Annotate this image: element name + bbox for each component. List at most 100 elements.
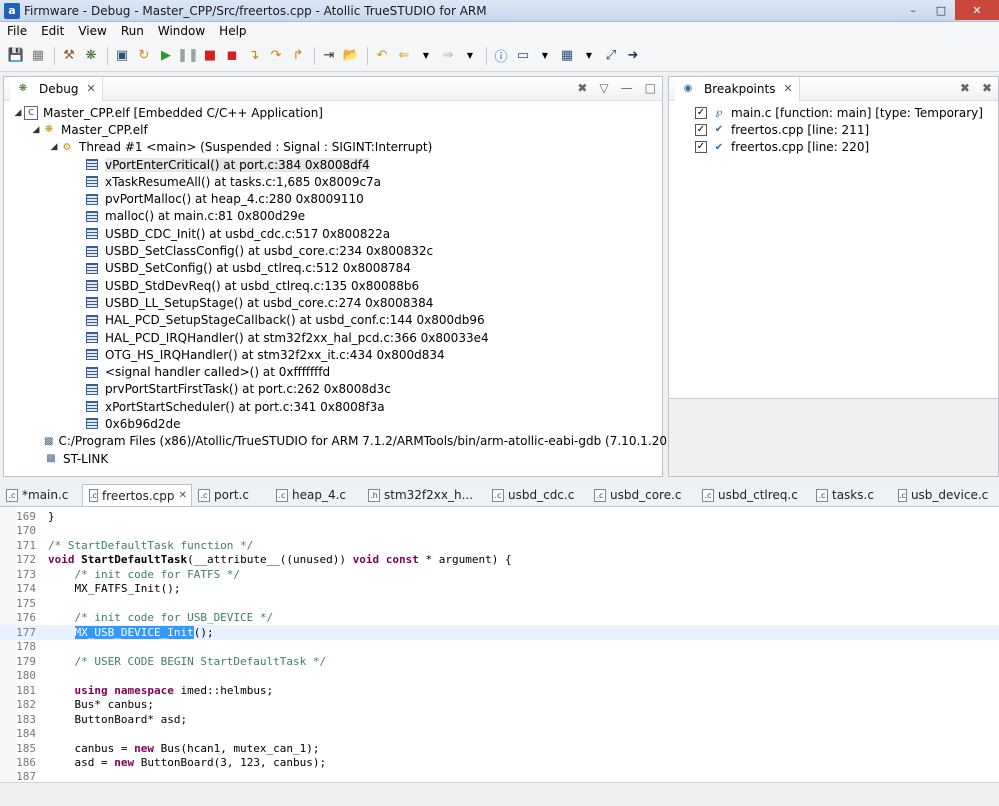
layout-icon[interactable]: ▦ — [557, 46, 577, 66]
stack-frame[interactable]: <signal handler called>() at 0xfffffffd — [4, 363, 662, 380]
code-line: 186 asd = new ButtonBoard(3, 123, canbus… — [0, 756, 999, 771]
breakpoint-item[interactable]: ✓ ℘ main.c [function: main] [type: Tempo… — [695, 104, 998, 121]
horizontal-scrollbar[interactable] — [0, 782, 999, 806]
chevron-down-icon[interactable]: ▼ — [416, 46, 436, 66]
stack-frame[interactable]: USBD_SetClassConfig() at usbd_core.c:234… — [4, 242, 662, 259]
breakpoint-checkbox[interactable]: ✓ — [695, 141, 707, 154]
maximize-view-icon[interactable]: □ — [645, 81, 656, 95]
stack-frame[interactable]: USBD_StdDevReq() at usbd_ctlreq.c:135 0x… — [4, 277, 662, 294]
stack-frame-label: USBD_StdDevReq() at usbd_ctlreq.c:135 0x… — [105, 278, 420, 293]
tree-node-process[interactable]: ◢ ❋ Master_CPP.elf — [4, 121, 662, 138]
tab-stm32f2xx-h[interactable]: .h stm32f2xx_h... — [362, 484, 486, 506]
stack-frame[interactable]: xTaskResumeAll() at tasks.c:1,685 0x8009… — [4, 173, 662, 190]
build-icon[interactable]: ⚒ — [59, 46, 79, 66]
tab-port-c[interactable]: .c port.c — [192, 484, 270, 506]
resume-icon[interactable]: ▶ — [156, 46, 176, 66]
expand-arrow-icon[interactable]: ◢ — [12, 108, 24, 118]
stack-frame[interactable]: USBD_SetConfig() at usbd_ctlreq.c:512 0x… — [4, 260, 662, 277]
menu-edit[interactable]: Edit — [34, 24, 71, 38]
suspend-icon[interactable]: ❚❚ — [177, 46, 199, 66]
breakpoint-checkbox[interactable]: ✓ — [695, 106, 707, 119]
window-icon[interactable]: ▭ — [513, 46, 533, 66]
tab-tasks-c[interactable]: .c tasks.c — [810, 484, 892, 506]
remove-all-terminated-icon[interactable]: ✖ — [577, 81, 587, 95]
breakpoint-item[interactable]: ✓ ✔ freertos.cpp [line: 220] — [695, 139, 998, 156]
tab-debug[interactable]: ❋ Debug ✕ — [10, 76, 103, 101]
tab-usbd-ctlreq-c[interactable]: .c usbd_ctlreq.c — [696, 484, 810, 506]
maximize-icon[interactable]: □ — [927, 0, 955, 20]
minimize-view-icon[interactable]: — — [621, 81, 633, 95]
open-file-icon[interactable]: 📂 — [341, 46, 361, 66]
menu-window[interactable]: Window — [151, 24, 212, 38]
menu-help[interactable]: Help — [212, 24, 253, 38]
stack-frame[interactable]: 0x6b96d2de — [4, 415, 662, 432]
restart-icon[interactable]: ↻ — [134, 46, 154, 66]
tree-node-stlink[interactable]: ▩ ST-LINK — [4, 450, 662, 467]
toolbar-divider — [54, 46, 55, 65]
breakpoint-checkbox[interactable]: ✓ — [695, 123, 707, 136]
close-icon[interactable]: ✕ — [955, 0, 999, 20]
chevron-down-icon[interactable]: ▼ — [579, 46, 599, 66]
menu-file[interactable]: File — [0, 24, 34, 38]
c-file-icon: .c — [898, 488, 907, 502]
tab-label: usbd_cdc.c — [508, 488, 575, 502]
stack-frame[interactable]: xPortStartScheduler() at port.c:341 0x80… — [4, 398, 662, 415]
stack-frame-label: HAL_PCD_IRQHandler() at stm32f2xx_hal_pc… — [105, 330, 489, 345]
breakpoint-item[interactable]: ✓ ✔ freertos.cpp [line: 211] — [695, 121, 998, 138]
tab-usbd-core-c[interactable]: .c usbd_core.c — [588, 484, 696, 506]
debug-icon[interactable]: ❋ — [81, 46, 101, 66]
tab-usb-device-c[interactable]: .c usb_device.c — [892, 484, 992, 506]
step-over-icon[interactable]: ↷ — [266, 46, 286, 66]
stack-frame[interactable]: vPortEnterCritical() at port.c:384 0x800… — [4, 156, 662, 173]
stack-frame[interactable]: USBD_LL_SetupStage() at usbd_core.c:274 … — [4, 294, 662, 311]
terminate-relaunch-icon[interactable]: ◼ — [222, 46, 242, 66]
tab-breakpoints[interactable]: ◉ Breakpoints ✕ — [675, 76, 800, 101]
tab-label: tasks.c — [832, 488, 874, 502]
step-into-icon[interactable]: ↴ — [244, 46, 264, 66]
step-return-icon[interactable]: ↱ — [288, 46, 308, 66]
chevron-down-icon[interactable]: ▼ — [460, 46, 480, 66]
code-fragment: ButtonBoard(3, 123, canbus); — [134, 756, 327, 770]
menu-view[interactable]: View — [71, 24, 113, 38]
remove-all-breakpoints-icon[interactable]: ✖ — [982, 81, 992, 95]
stack-frame[interactable]: pvPortMalloc() at heap_4.c:280 0x8009110 — [4, 190, 662, 207]
tab-heap4-c[interactable]: .c heap_4.c — [270, 484, 362, 506]
instruction-step-icon[interactable]: ⇥ — [319, 46, 339, 66]
minimize-icon[interactable]: – — [899, 0, 927, 20]
close-tab-icon[interactable]: ✕ — [783, 82, 792, 95]
stack-frame[interactable]: HAL_PCD_IRQHandler() at stm32f2xx_hal_pc… — [4, 329, 662, 346]
stack-frame[interactable]: USBD_CDC_Init() at usbd_cdc.c:517 0x8008… — [4, 225, 662, 242]
code-editor[interactable]: 169} 170 171 /* StartDefaultTask function… — [0, 507, 999, 783]
info-icon[interactable]: ⓘ — [491, 46, 511, 66]
close-tab-icon[interactable]: ✕ — [86, 82, 95, 95]
code-line: 185 canbus = new Bus(hcan1, mutex_can_1)… — [0, 741, 999, 756]
tree-node-gdb[interactable]: ▩ C:/Program Files (x86)/Atollic/TrueSTU… — [4, 433, 717, 450]
forward-icon[interactable]: ⇒ — [438, 46, 458, 66]
back-icon[interactable]: ⇐ — [394, 46, 414, 66]
tab-usbd-cdc-c[interactable]: .c usbd_cdc.c — [486, 484, 588, 506]
save-icon[interactable]: ▦ — [28, 46, 48, 66]
chevron-down-icon[interactable]: ▼ — [535, 46, 555, 66]
terminate-icon[interactable]: ■ — [200, 46, 220, 66]
save-all-icon[interactable]: 💾 — [6, 46, 26, 66]
tab-main-c[interactable]: .c *main.c — [0, 484, 82, 506]
tab-freertos-cpp[interactable]: .c freertos.cpp ✕ — [82, 484, 192, 506]
console-icon[interactable]: ▣ — [112, 46, 132, 66]
expand-arrow-icon[interactable]: ◢ — [30, 125, 42, 135]
maximize-view-icon[interactable]: ⤢ — [601, 46, 621, 66]
view-menu-icon[interactable]: ▽ — [599, 81, 608, 95]
close-tab-icon[interactable]: ✕ — [179, 490, 187, 501]
stack-frame[interactable]: OTG_HS_IRQHandler() at stm32f2xx_it.c:43… — [4, 346, 662, 363]
menu-run[interactable]: Run — [114, 24, 151, 38]
line-number: 186 — [16, 756, 36, 770]
exit-icon[interactable]: ➜ — [623, 46, 643, 66]
back-history-icon[interactable]: ↶ — [372, 46, 392, 66]
cpp-file-icon: .c — [89, 489, 98, 502]
stack-frame[interactable]: HAL_PCD_SetupStageCallback() at usbd_con… — [4, 312, 662, 329]
stack-frame[interactable]: prvPortStartFirstTask() at port.c:262 0x… — [4, 381, 662, 398]
tree-node-launch[interactable]: ◢ C Master_CPP.elf [Embedded C/C++ Appli… — [4, 104, 662, 121]
tree-node-thread[interactable]: ◢ ⚙ Thread #1 <main> (Suspended : Signal… — [4, 139, 662, 156]
expand-arrow-icon[interactable]: ◢ — [48, 142, 60, 152]
stack-frame[interactable]: malloc() at main.c:81 0x800d29e — [4, 208, 662, 225]
remove-breakpoint-icon[interactable]: ✖ — [960, 81, 970, 95]
